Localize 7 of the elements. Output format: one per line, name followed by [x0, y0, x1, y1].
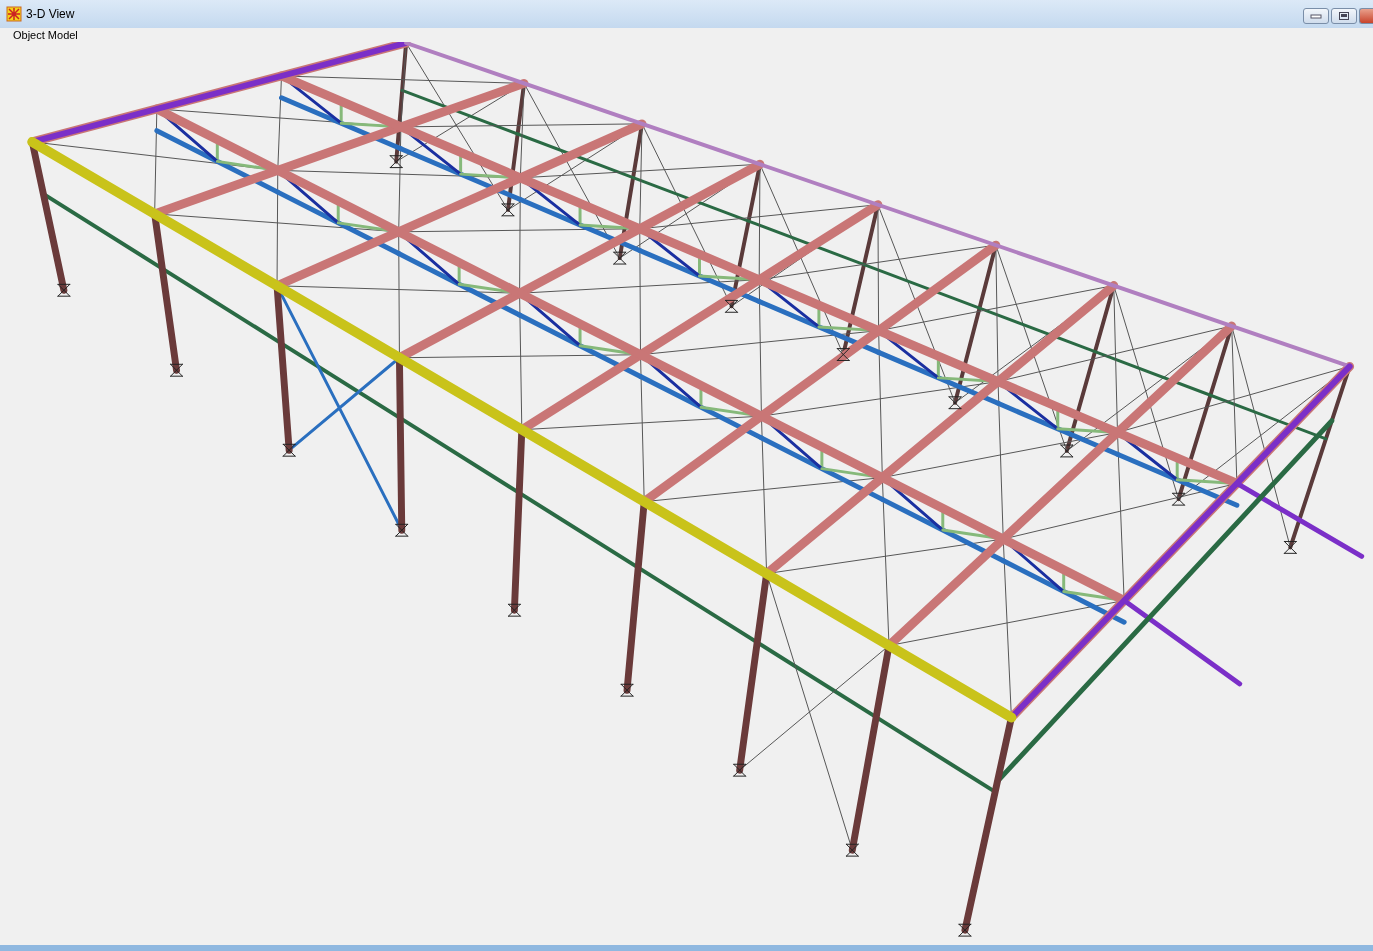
maximize-icon: [1338, 11, 1350, 21]
view-label: Object Model: [13, 29, 78, 41]
app-logo-icon: [6, 6, 22, 22]
close-button[interactable]: [1359, 8, 1373, 24]
window-title: 3-D View: [26, 7, 75, 21]
minimize-icon: [1310, 13, 1322, 19]
maximize-button[interactable]: [1331, 8, 1357, 24]
